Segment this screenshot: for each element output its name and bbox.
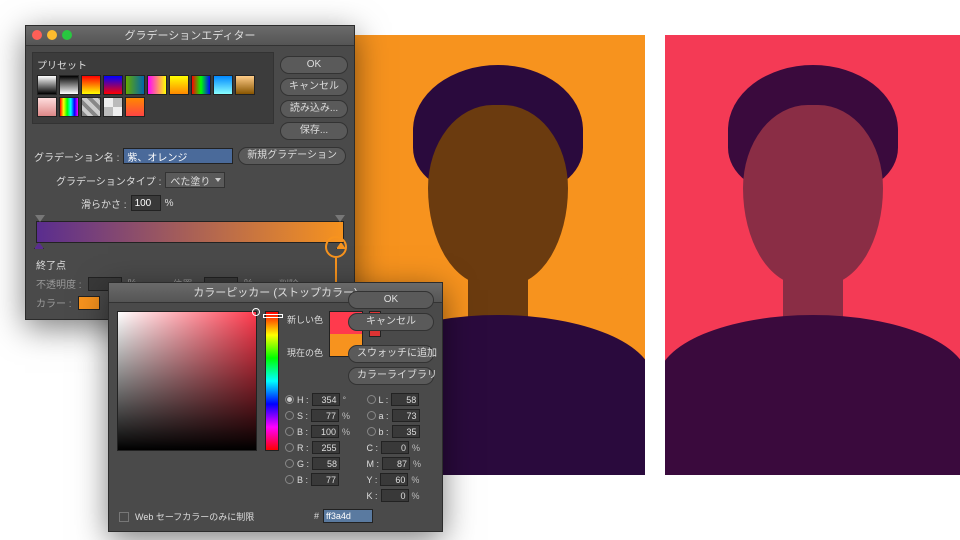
load-button[interactable]: 読み込み...	[280, 100, 348, 118]
opacity-stop-right[interactable]	[335, 212, 345, 222]
m-input[interactable]: 87	[382, 457, 410, 470]
preset-swatch[interactable]	[213, 75, 233, 95]
preset-swatch[interactable]	[81, 97, 101, 117]
preset-swatch[interactable]	[103, 75, 123, 95]
new-gradient-button[interactable]: 新規グラデーション	[238, 147, 346, 165]
l-input[interactable]: 58	[391, 393, 419, 406]
preset-swatch[interactable]	[125, 75, 145, 95]
endpoint-label: 終了点	[36, 257, 344, 272]
color-libraries-button[interactable]: カラーライブラリ	[348, 367, 434, 385]
preset-swatch[interactable]	[191, 75, 211, 95]
h-input[interactable]: 354	[312, 393, 340, 406]
saturation-brightness-field[interactable]	[117, 311, 257, 451]
websafe-checkbox[interactable]	[119, 512, 129, 522]
smoothness-input[interactable]	[131, 195, 161, 211]
hue-slider[interactable]	[265, 311, 279, 451]
preset-swatch[interactable]	[235, 75, 255, 95]
ok-button[interactable]: OK	[280, 56, 348, 74]
transform-arrow-icon	[618, 245, 644, 281]
y-input[interactable]: 60	[380, 473, 408, 486]
new-color-label: 新しい色	[287, 313, 323, 326]
presets-panel: プリセット	[32, 52, 274, 124]
color-stop-left[interactable]	[34, 242, 44, 252]
smoothness-unit: %	[165, 198, 174, 209]
preset-swatches	[37, 75, 259, 117]
gradient-editor-titlebar[interactable]: グラデーションエディター	[26, 26, 354, 46]
radio-b[interactable]	[285, 427, 294, 436]
g-input[interactable]: 58	[312, 457, 340, 470]
preset-swatch[interactable]	[103, 97, 123, 117]
radio-r[interactable]	[285, 443, 294, 452]
smoothness-label: 滑らかさ :	[81, 196, 127, 211]
gradient-editor-dialog: グラデーションエディター プリセット OK キャンセル 読み込み... 保存..…	[25, 25, 355, 320]
color-stop-swatch[interactable]	[78, 296, 100, 310]
bv-input[interactable]: 100	[311, 425, 339, 438]
window-controls[interactable]	[32, 30, 72, 40]
minimize-icon[interactable]	[47, 30, 57, 40]
hue-indicator-icon	[263, 314, 283, 318]
radio-lb[interactable]	[367, 427, 376, 436]
current-color-label: 現在の色	[287, 346, 323, 359]
gradient-track[interactable]	[36, 221, 344, 243]
radio-s[interactable]	[285, 411, 294, 420]
sb-cursor-icon	[252, 308, 260, 316]
lb-input[interactable]: 35	[392, 425, 420, 438]
a-input[interactable]: 73	[392, 409, 420, 422]
zoom-icon[interactable]	[62, 30, 72, 40]
preset-swatch[interactable]	[37, 97, 57, 117]
radio-a[interactable]	[367, 411, 376, 420]
gradient-name-label: グラデーション名 :	[34, 149, 119, 164]
color-stop-right[interactable]	[336, 242, 346, 252]
c-input[interactable]: 0	[381, 441, 409, 454]
preset-swatch[interactable]	[147, 75, 167, 95]
opacity-label: 不透明度 :	[36, 276, 82, 291]
opacity-stop-left[interactable]	[35, 212, 45, 222]
color-picker-dialog: カラーピッカー (ストップカラー) 新しい色 現在の色	[108, 282, 443, 532]
preset-swatch[interactable]	[125, 97, 145, 117]
radio-g[interactable]	[285, 459, 294, 468]
hex-input[interactable]	[323, 509, 373, 523]
presets-label: プリセット	[37, 57, 269, 72]
bc-input[interactable]: 77	[311, 473, 339, 486]
preview-after	[665, 35, 960, 475]
gradient-type-label: グラデーションタイプ :	[56, 173, 161, 188]
preset-swatch[interactable]	[169, 75, 189, 95]
gradient-type-select[interactable]: べた塗り	[165, 172, 225, 188]
close-icon[interactable]	[32, 30, 42, 40]
ok-button[interactable]: OK	[348, 291, 434, 309]
gradient-name-input[interactable]	[123, 148, 233, 164]
radio-bc[interactable]	[285, 475, 294, 484]
radio-h[interactable]	[285, 395, 294, 404]
preset-swatch[interactable]	[81, 75, 101, 95]
save-button[interactable]: 保存...	[280, 122, 348, 140]
cancel-button[interactable]: キャンセル	[280, 78, 348, 96]
preset-swatch[interactable]	[59, 75, 79, 95]
cancel-button[interactable]: キャンセル	[348, 313, 434, 331]
add-swatch-button[interactable]: スウォッチに追加	[348, 345, 434, 363]
r-input[interactable]: 255	[312, 441, 340, 454]
radio-l[interactable]	[367, 395, 376, 404]
s-input[interactable]: 77	[311, 409, 339, 422]
preset-swatch[interactable]	[59, 97, 79, 117]
gradient-editor-title: グラデーションエディター	[124, 30, 255, 42]
color-picker-title: カラーピッカー (ストップカラー)	[193, 287, 357, 299]
preset-swatch[interactable]	[37, 75, 57, 95]
websafe-label: Web セーフカラーのみに制限	[135, 510, 254, 523]
color-stop-label: カラー :	[36, 295, 72, 310]
k-input[interactable]: 0	[381, 489, 409, 502]
